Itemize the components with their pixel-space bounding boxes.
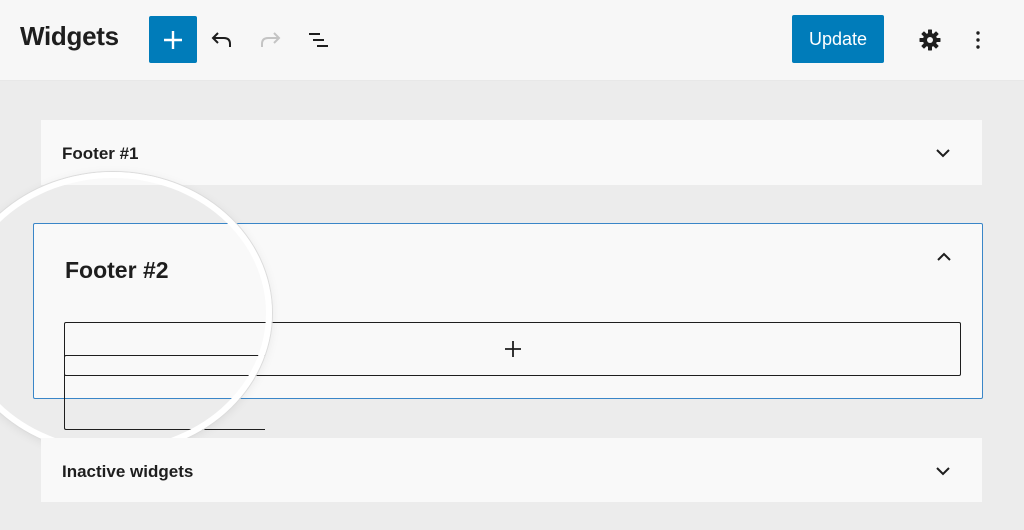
list-view-icon xyxy=(309,33,328,47)
update-button[interactable]: Update xyxy=(792,15,884,63)
redo-icon xyxy=(261,32,281,47)
gear-icon xyxy=(919,29,941,51)
editor-header: Widgets Update xyxy=(0,0,1024,81)
chevron-down-icon[interactable] xyxy=(931,459,955,483)
plus-icon xyxy=(164,30,182,49)
more-options-button[interactable] xyxy=(960,22,996,58)
settings-button[interactable] xyxy=(912,22,948,58)
widget-area-title: Inactive widgets xyxy=(62,462,194,481)
undo-icon xyxy=(211,32,231,47)
page-title: Widgets xyxy=(20,21,119,51)
widget-area-title: Footer #1 xyxy=(62,144,139,163)
widget-area-inactive[interactable]: Inactive widgets xyxy=(41,438,982,502)
add-widget-button[interactable] xyxy=(64,322,961,376)
widget-area-title: Footer #2 xyxy=(65,257,169,283)
plus-icon xyxy=(504,341,521,357)
more-vertical-icon xyxy=(976,31,980,49)
list-view-button[interactable] xyxy=(300,22,336,58)
chevron-up-icon[interactable] xyxy=(932,245,956,269)
widget-area-footer-1[interactable]: Footer #1 xyxy=(41,120,982,185)
redo-button[interactable] xyxy=(252,22,288,58)
undo-button[interactable] xyxy=(204,22,240,58)
chevron-down-icon[interactable] xyxy=(931,141,955,165)
add-block-button[interactable] xyxy=(149,16,197,63)
